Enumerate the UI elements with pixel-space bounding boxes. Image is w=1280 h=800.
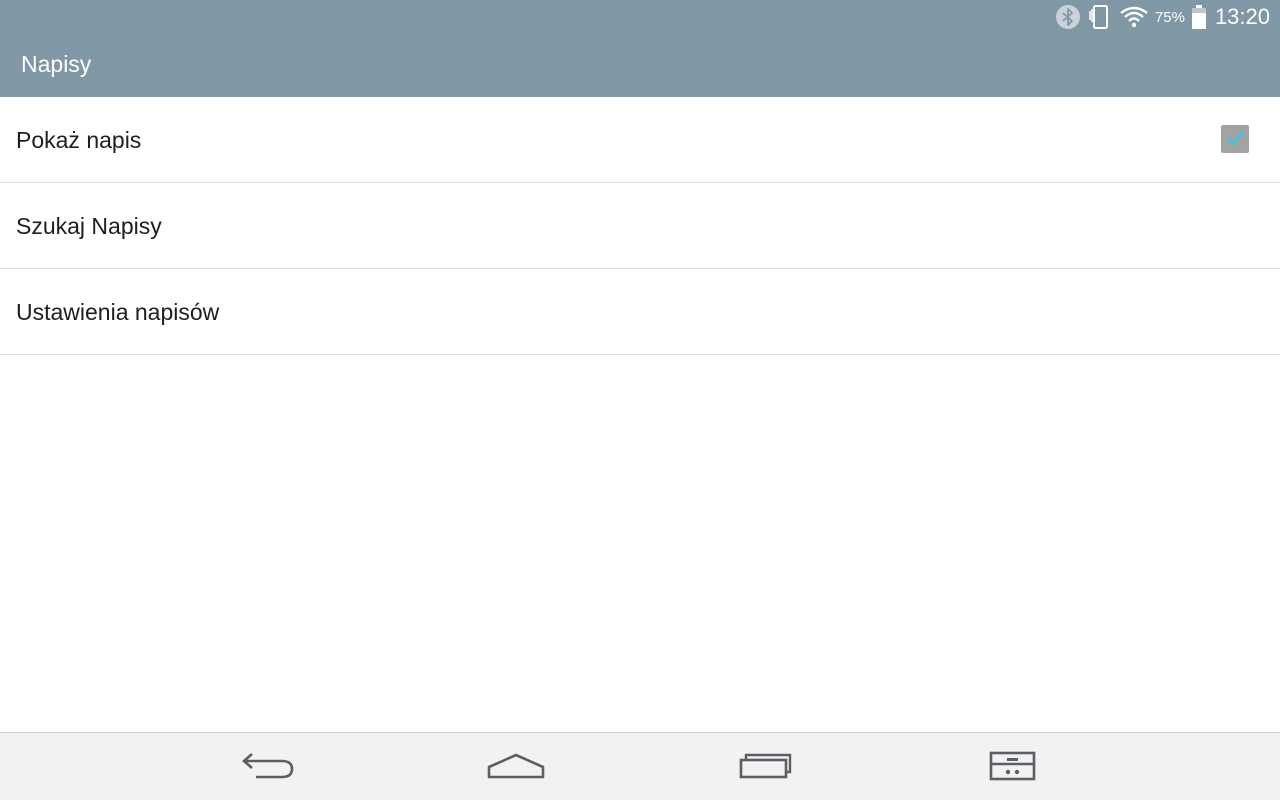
checkmark-icon: [1226, 130, 1245, 146]
bluetooth-icon: [1055, 4, 1081, 30]
setting-show-subtitle[interactable]: Pokaż napis: [0, 97, 1280, 183]
dual-window-button[interactable]: [981, 747, 1045, 787]
clock: 13:20: [1214, 4, 1270, 29]
header: 75% 13:20 Napisy: [0, 0, 1280, 97]
status-bar: 75% 13:20: [0, 0, 1280, 34]
battery-percent: 75%: [1154, 8, 1185, 26]
show-subtitle-checkbox[interactable]: [1221, 125, 1249, 153]
back-button[interactable]: [236, 747, 300, 787]
wifi-icon: [1119, 5, 1149, 29]
settings-list: Pokaż napis Szukaj Napisy Ustawienia nap…: [0, 97, 1280, 355]
setting-subtitle-settings[interactable]: Ustawienia napisów: [0, 269, 1280, 355]
back-icon: [242, 753, 294, 779]
home-button[interactable]: [484, 747, 548, 787]
page-title: Napisy: [21, 51, 92, 77]
battery-icon: [1191, 4, 1207, 30]
dual-window-icon: [989, 751, 1036, 781]
navigation-bar: [0, 732, 1280, 800]
status-icons: 75% 13:20: [1055, 3, 1270, 31]
recent-apps-icon: [739, 753, 792, 779]
home-icon: [487, 753, 545, 779]
screen: 75% 13:20 Napisy Pokaż napis Szukaj Napi…: [0, 0, 1280, 800]
setting-search-subtitles[interactable]: Szukaj Napisy: [0, 183, 1280, 269]
setting-label: Ustawienia napisów: [16, 299, 220, 325]
setting-label: Pokaż napis: [16, 127, 142, 153]
recent-apps-button[interactable]: [734, 747, 798, 787]
setting-label: Szukaj Napisy: [16, 213, 162, 239]
vibrate-icon: [1087, 3, 1113, 31]
